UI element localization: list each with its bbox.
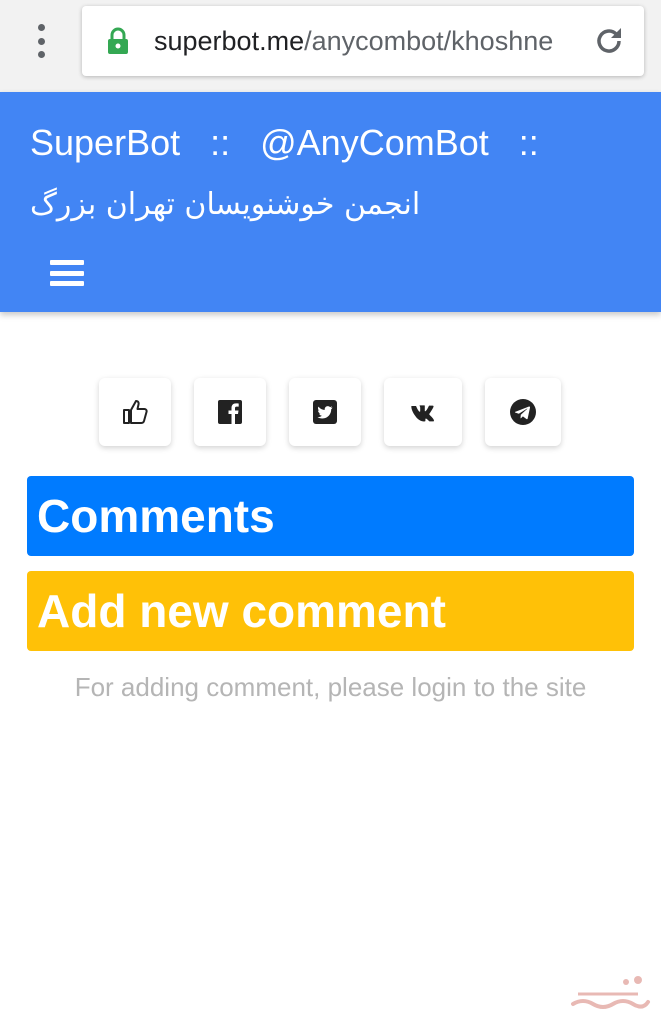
vk-icon [411, 405, 434, 422]
watermark-logo [571, 976, 650, 1009]
vk-share-button[interactable] [384, 378, 462, 446]
telegram-icon [510, 399, 536, 425]
share-buttons-row [0, 378, 661, 448]
login-note[interactable]: For adding comment, please login to the … [0, 672, 661, 703]
telegram-share-button[interactable] [485, 378, 561, 446]
url-text[interactable]: superbot.me/anycombot/khoshne [154, 24, 574, 58]
like-icon [123, 400, 148, 424]
add-comment-heading: Add new comment [27, 571, 634, 651]
lock-icon [108, 27, 128, 54]
site-header: SuperBot:: @AnyComBot:: انجمن خوشنویسان ت… [0, 92, 661, 312]
bot-name-link[interactable]: @AnyComBot [260, 122, 489, 163]
like-button[interactable] [99, 378, 171, 446]
comments-heading: Comments [27, 476, 634, 556]
page-title: انجمن خوشنویسان تهران بزرگ [30, 187, 421, 222]
header-separator: :: [210, 122, 231, 163]
reload-icon[interactable] [592, 24, 626, 58]
header-separator-trailing: :: [518, 122, 539, 163]
site-name-link[interactable]: SuperBot [30, 122, 180, 163]
twitter-icon [313, 400, 337, 424]
facebook-share-button[interactable] [194, 378, 266, 446]
address-bar[interactable]: superbot.me/anycombot/khoshne [82, 6, 644, 76]
url-path: /anycombot/khoshne [304, 26, 554, 56]
url-host: superbot.me [154, 26, 305, 56]
hamburger-menu-icon[interactable] [50, 260, 84, 286]
header-title-line: SuperBot:: @AnyComBot:: [30, 122, 569, 164]
twitter-share-button[interactable] [289, 378, 361, 446]
browser-menu-icon[interactable] [30, 24, 52, 58]
browser-toolbar: superbot.me/anycombot/khoshne [0, 0, 661, 92]
facebook-icon [218, 400, 242, 424]
